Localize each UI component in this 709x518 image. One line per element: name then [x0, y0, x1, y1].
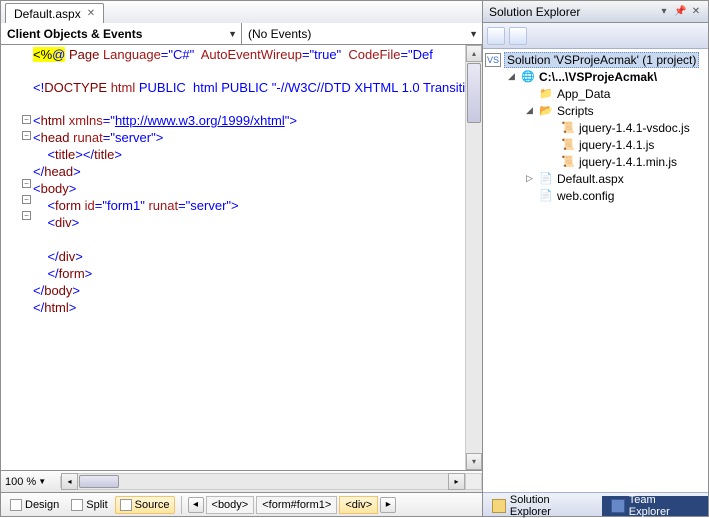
solution-explorer-panel: Solution Explorer ▾ 📌 ✕ VS Solution 'VSP…: [483, 0, 709, 517]
expander-icon[interactable]: ◢: [506, 71, 517, 82]
viewmode-row: Design Split Source ◂ <body> <form#form1…: [1, 492, 482, 516]
breadcrumb-form[interactable]: <form#form1>: [256, 496, 337, 514]
scroll-thumb[interactable]: [467, 63, 481, 123]
chevron-down-icon: ▼: [228, 29, 237, 39]
panel-tabs: Solution Explorer Team Explorer: [483, 492, 708, 516]
split-icon: [71, 499, 83, 511]
scroll-corner: [465, 473, 482, 490]
horizontal-scrollbar[interactable]: ◂ ▸: [61, 473, 465, 490]
objects-dropdown[interactable]: Client Objects & Events ▼: [1, 23, 242, 44]
fold-icon[interactable]: −: [22, 131, 31, 140]
file-js[interactable]: 📜 jquery-1.4.1-vsdoc.js: [485, 119, 706, 136]
fold-icon[interactable]: −: [22, 195, 31, 204]
scroll-up-icon[interactable]: ▴: [466, 45, 482, 62]
file-tab-label: Default.aspx: [14, 7, 81, 21]
panel-titlebar: Solution Explorer ▾ 📌 ✕: [483, 1, 708, 23]
file-aspx[interactable]: ▷ 📄 Default.aspx: [485, 170, 706, 187]
events-dropdown-label: (No Events): [248, 27, 311, 41]
aspx-file-icon: 📄: [538, 172, 554, 186]
zoom-dropdown[interactable]: 100 % ▼: [1, 476, 61, 488]
tab-row: Default.aspx ✕: [1, 1, 482, 23]
fold-gutter: − − − − −: [1, 45, 33, 470]
project-node[interactable]: ◢ 🌐 C:\...\VSProjeAcmak\: [485, 68, 706, 85]
chevron-down-icon: ▼: [469, 29, 478, 39]
code-area[interactable]: − − − − − <%@ Page Language="C#" AutoEve…: [1, 45, 482, 470]
chevron-down-icon: ▼: [38, 477, 46, 486]
tab-solution-explorer[interactable]: Solution Explorer: [483, 496, 602, 516]
design-view-button[interactable]: Design: [5, 496, 64, 514]
folder-icon: 📁: [538, 87, 554, 101]
scroll-left-icon[interactable]: ◂: [61, 473, 78, 490]
zoom-label: 100 %: [5, 476, 36, 488]
refresh-icon[interactable]: [509, 27, 527, 45]
solution-icon: VS: [485, 53, 501, 67]
editor-pane: Default.aspx ✕ Client Objects & Events ▼…: [0, 0, 483, 517]
design-icon: [10, 499, 22, 511]
status-row: 100 % ▼ ◂ ▸: [1, 470, 482, 492]
team-explorer-icon: [611, 499, 625, 513]
file-js[interactable]: 📜 jquery-1.4.1.min.js: [485, 153, 706, 170]
nav-forward-button[interactable]: ▸: [380, 497, 396, 513]
file-js[interactable]: 📜 jquery-1.4.1.js: [485, 136, 706, 153]
code-text[interactable]: <%@ Page Language="C#" AutoEventWireup="…: [33, 45, 465, 470]
solution-explorer-icon: [492, 499, 506, 513]
fold-icon[interactable]: −: [22, 179, 31, 188]
pin-icon[interactable]: 📌: [674, 6, 686, 17]
folder-icon: 📂: [538, 104, 554, 118]
dropdown-row: Client Objects & Events ▼ (No Events) ▼: [1, 23, 482, 45]
file-config[interactable]: 📄 web.config: [485, 187, 706, 204]
scroll-right-icon[interactable]: ▸: [448, 473, 465, 490]
config-file-icon: 📄: [538, 189, 554, 203]
file-tab-default[interactable]: Default.aspx ✕: [5, 3, 104, 23]
split-view-button[interactable]: Split: [66, 496, 112, 514]
vertical-scrollbar[interactable]: ▴ ▾: [465, 45, 482, 470]
tab-team-explorer[interactable]: Team Explorer: [602, 496, 708, 516]
project-icon: 🌐: [520, 70, 536, 84]
scroll-down-icon[interactable]: ▾: [466, 453, 482, 470]
panel-title-label: Solution Explorer: [489, 5, 580, 19]
js-file-icon: 📜: [560, 138, 576, 152]
js-file-icon: 📜: [560, 155, 576, 169]
folder-scripts[interactable]: ◢ 📂 Scripts: [485, 102, 706, 119]
fold-icon[interactable]: −: [22, 115, 31, 124]
panel-toolbar: [483, 23, 708, 49]
panel-menu-icon[interactable]: ▾: [658, 6, 670, 17]
close-icon[interactable]: ✕: [690, 6, 702, 17]
js-file-icon: 📜: [560, 121, 576, 135]
events-dropdown[interactable]: (No Events) ▼: [242, 23, 482, 44]
solution-label: Solution 'VSProjeAcmak' (1 project): [504, 52, 699, 68]
breadcrumb-body[interactable]: <body>: [206, 496, 255, 514]
fold-icon[interactable]: −: [22, 211, 31, 220]
solution-node[interactable]: VS Solution 'VSProjeAcmak' (1 project): [485, 51, 706, 68]
scroll-thumb[interactable]: [79, 475, 119, 488]
expander-icon[interactable]: ▷: [524, 173, 535, 184]
separator: [181, 496, 182, 514]
expander-icon[interactable]: ◢: [524, 105, 535, 116]
nav-back-button[interactable]: ◂: [188, 497, 204, 513]
solution-tree[interactable]: VS Solution 'VSProjeAcmak' (1 project) ◢…: [483, 49, 708, 492]
source-view-button[interactable]: Source: [115, 496, 175, 514]
project-label: C:\...\VSProjeAcmak\: [539, 70, 657, 84]
properties-icon[interactable]: [487, 27, 505, 45]
source-icon: [120, 499, 132, 511]
breadcrumb-div[interactable]: <div>: [339, 496, 378, 514]
objects-dropdown-label: Client Objects & Events: [7, 27, 142, 41]
folder-appdata[interactable]: 📁 App_Data: [485, 85, 706, 102]
close-icon[interactable]: ✕: [87, 8, 95, 19]
